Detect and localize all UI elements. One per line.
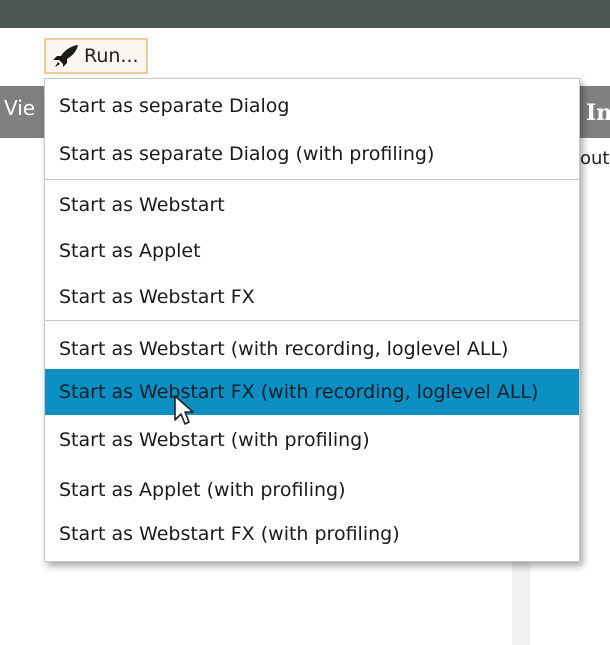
menu-item-webstart-fx[interactable]: Start as Webstart FX (45, 274, 579, 320)
header-right-text: In (586, 100, 610, 126)
menu-item-label: Start as separate Dialog (59, 95, 290, 117)
menu-item-separate-dialog-profiling[interactable]: Start as separate Dialog (with profiling… (45, 131, 579, 177)
menu-item-applet-profiling[interactable]: Start as Applet (with profiling) (45, 467, 579, 513)
menu-item-label: Start as Webstart FX (with profiling) (59, 523, 400, 545)
menu-separator (45, 320, 579, 321)
menu-item-label: Start as Webstart FX (59, 286, 255, 308)
run-button-label: Run... (84, 45, 139, 67)
menu-item-label: Start as Webstart (with profiling) (59, 429, 370, 451)
menu-item-label: Start as Webstart (with recording, logle… (59, 338, 509, 360)
menu-item-webstart-recording[interactable]: Start as Webstart (with recording, logle… (45, 326, 579, 372)
menu-item-webstart[interactable]: Start as Webstart (45, 182, 579, 228)
run-dropdown-menu: Start as separate Dialog Start as separa… (44, 78, 580, 562)
menu-separator (45, 179, 579, 180)
menu-item-label: Start as separate Dialog (with profiling… (59, 143, 435, 165)
window-top-bar (0, 0, 610, 28)
menu-item-separate-dialog[interactable]: Start as separate Dialog (45, 83, 579, 129)
rocket-icon (52, 44, 80, 68)
mouse-pointer-icon (172, 394, 200, 428)
run-button[interactable]: Run... (44, 38, 148, 74)
menu-item-label: Start as Applet (with profiling) (59, 479, 346, 501)
menu-item-webstart-fx-recording[interactable]: Start as Webstart FX (with recording, lo… (45, 369, 579, 415)
menu-item-applet[interactable]: Start as Applet (45, 228, 579, 274)
menu-item-webstart-fx-profiling[interactable]: Start as Webstart FX (with profiling) (45, 511, 579, 557)
menu-item-label: Start as Webstart FX (with recording, lo… (59, 381, 539, 403)
menu-item-label: Start as Webstart (59, 194, 225, 216)
menu-item-webstart-profiling[interactable]: Start as Webstart (with profiling) (45, 417, 579, 463)
right-panel-text: out (580, 148, 610, 169)
menu-item-label: Start as Applet (59, 240, 201, 262)
header-left-text: Vie (4, 96, 36, 120)
